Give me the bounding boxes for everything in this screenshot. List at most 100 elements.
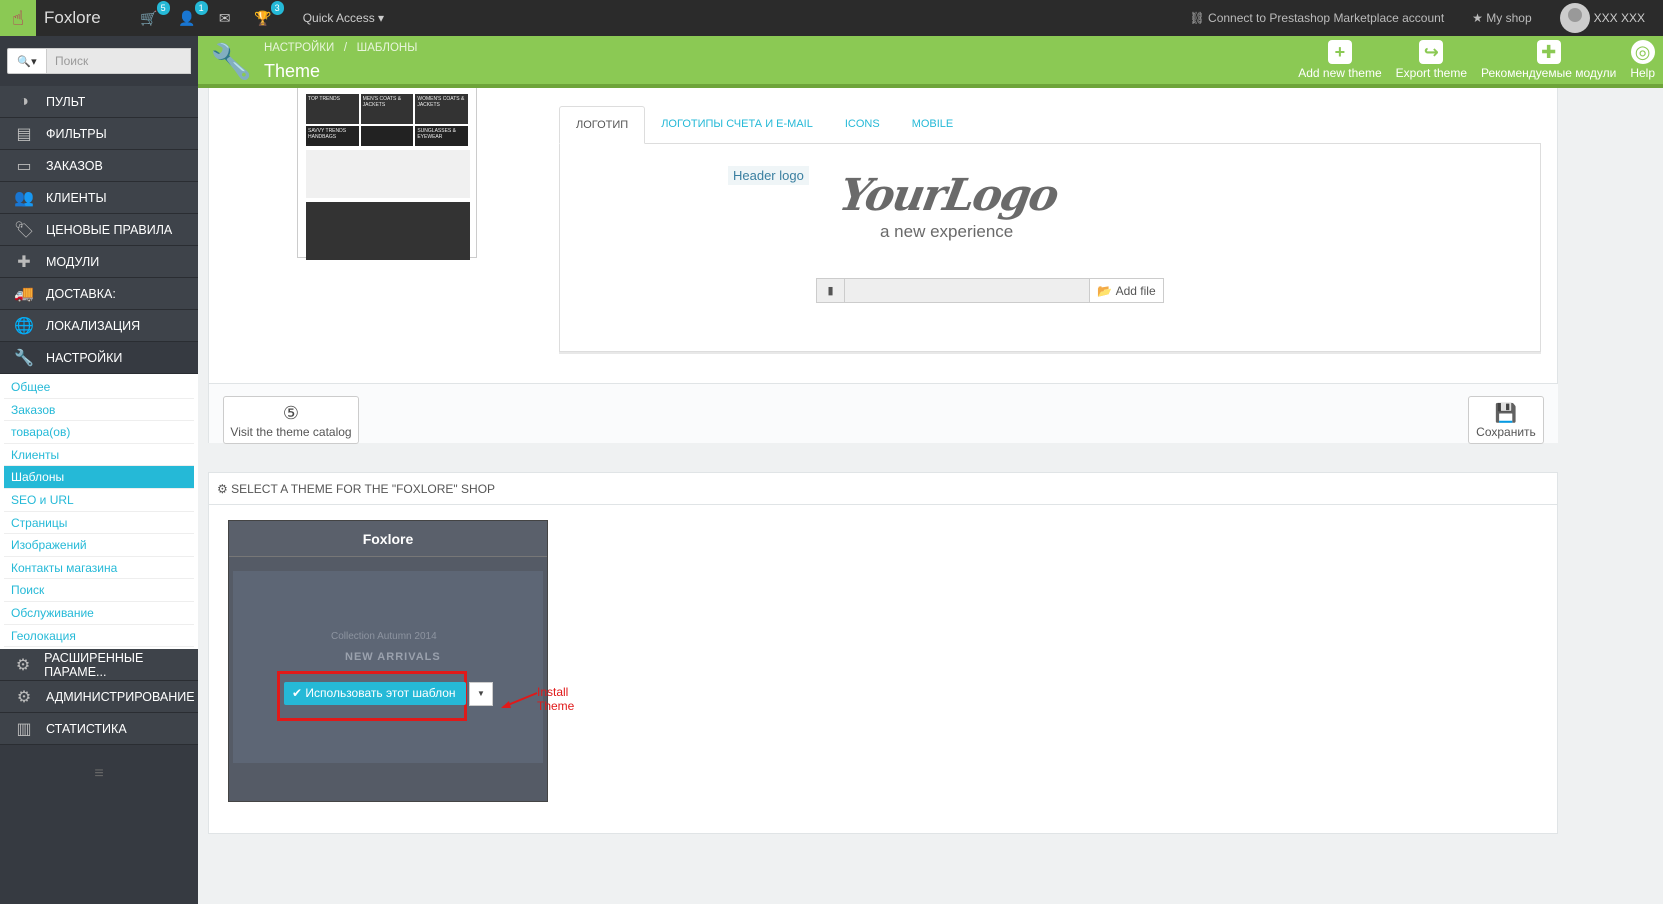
sidebar-item-orders[interactable]: ▭ ЗАКАЗОВ [0,150,198,182]
sidebar-item-dashboard[interactable]: ◑ ПУЛЬТ [0,86,198,118]
theme-collection-text: Collection Autumn 2014 [331,631,437,642]
wrench-icon: 🔧 [14,349,34,367]
tags-icon: 🏷 [13,221,35,239]
submenu-item-general[interactable]: Общее [4,376,194,399]
save-button[interactable]: 💾 Сохранить [1468,396,1544,444]
shop-brand[interactable]: Foxlore [44,8,101,28]
cart-icon[interactable]: 🛒 5 [139,0,171,27]
quick-access-dropdown[interactable]: Quick Access ▾ [303,11,384,25]
file-name-field[interactable] [845,279,1089,302]
puzzle-icon: ✚ [1536,40,1561,64]
user-badge: 1 [193,0,209,16]
logo-file-input[interactable]: ▮ 📂 Add file [816,278,1164,303]
use-theme-button[interactable]: ✔ Использовать этот шаблон [284,682,466,705]
select-theme-panel: ⚙ SELECT A THEME FOR THE "FOXLORE" SHOP … [208,472,1558,834]
recommended-modules-button[interactable]: ✚ Рекомендуемые модули [1481,40,1616,80]
sidebar-item-customers[interactable]: 👥 КЛИЕНТЫ [0,182,198,214]
submenu-item-customers[interactable]: Клиенты [4,444,194,467]
sidebar-item-localization[interactable]: 🌐 ЛОКАЛИЗАЦИЯ [0,310,198,342]
html5-icon: ⑤ [282,403,300,423]
preview-tile: SUNGLASSES & EYEWEAR [415,126,469,146]
breadcrumb: НАСТРОЙКИ / ШАБЛОНЫ [264,42,417,54]
dashboard-icon: ◑ [19,92,29,110]
help-button[interactable]: ◎ Help [1630,40,1655,80]
add-new-theme-button[interactable]: + Add new theme [1298,40,1382,80]
theme-preview-image: TOP TRENDS MEN'S COATS & JACKETS WOMEN'S… [297,88,477,260]
submenu-item-cms[interactable]: Страницы [4,512,194,535]
breadcrumb-separator: / [343,42,348,54]
menu-collapse-icon[interactable]: ≡ [0,765,198,783]
breadcrumb-preferences[interactable]: НАСТРОЙКИ [264,42,334,54]
submenu-item-orders[interactable]: Заказов [4,399,194,422]
submenu-item-store-contacts[interactable]: Контакты магазина [4,557,194,580]
submenu-item-seo-urls[interactable]: SEO и URL [4,489,194,512]
tab-invoice-email-logos[interactable]: ЛОГОТИПЫ СЧЕТА И E-MAIL [645,106,829,143]
link-icon: ⛓ [1189,11,1205,25]
sidebar-item-advanced[interactable]: ⚙ РАСШИРЕННЫЕ ПАРАМЕ... [0,649,198,682]
submenu-item-images[interactable]: Изображений [4,534,194,557]
sidebar-item-preferences[interactable]: 🔧 НАСТРОЙКИ [0,342,198,374]
annotation-arrow [501,692,538,708]
users-icon: 👥 [14,189,34,207]
sidebar-item-filters[interactable]: ▤ ФИЛЬТРЫ [0,118,198,150]
lifebuoy-icon: ◎ [1630,40,1655,64]
theme-new-arrivals-text: NEW ARRIVALS [345,651,441,663]
visit-theme-catalog-button[interactable]: ⑤ Visit the theme catalog [223,396,359,444]
submenu-item-search[interactable]: Поиск [4,579,194,602]
preview-tile: WOMEN'S COATS & JACKETS [415,94,469,124]
submenu-item-products[interactable]: товара(ов) [4,421,194,444]
sidebar-item-label: АДМИНИСТРИРОВАНИЕ [46,689,195,704]
main-content: TOP TRENDS MEN'S COATS & JACKETS WOMEN'S… [198,88,1663,904]
sidebar-item-label: МОДУЛИ [46,254,100,269]
credit-card-icon: ▭ [16,157,32,175]
sidebar-item-label: НАСТРОЙКИ [46,350,123,365]
user-name[interactable]: XXX XXX [1594,11,1645,25]
theme-options-dropdown[interactable]: ▼ [469,682,493,706]
my-shop-label: My shop [1486,11,1532,25]
export-theme-button[interactable]: ↪ Export theme [1396,40,1467,80]
breadcrumb-themes[interactable]: ШАБЛОНЫ [357,42,418,54]
search-input[interactable]: Поиск [47,48,191,74]
floppy-disk-icon: 💾 [1494,403,1518,423]
plus-icon: + [1327,40,1352,64]
logo-text: YourLogo [835,170,1062,221]
sidebar-item-administration[interactable]: ⚙ АДМИНИСТРИРОВАНИЕ [0,681,198,714]
avatar[interactable] [1559,3,1590,33]
sidebar-item-stats[interactable]: ▥ СТАТИСТИКА [0,713,198,746]
tab-logo[interactable]: ЛОГОТИП [559,106,646,144]
logo-tabs: ЛОГОТИП ЛОГОТИПЫ СЧЕТА И E-MAIL ICONS MO… [559,106,1541,352]
add-file-button[interactable]: 📂 Add file [1089,279,1163,302]
theme-thumbnail: Collection Autumn 2014 NEW ARRIVALS [233,571,543,763]
hand-pointer-icon[interactable]: ☝ [0,0,36,36]
sidebar: 🔍▾ Поиск ◑ ПУЛЬТ ▤ ФИЛЬТРЫ ▭ ЗАКАЗОВ 👥 КЛИЕН… [0,36,198,904]
my-shop-link[interactable]: ★ My shop [1472,11,1531,25]
help-label: Help [1630,66,1655,80]
submenu-item-themes[interactable]: Шаблоны [4,466,194,489]
submenu-item-maintenance[interactable]: Обслуживание [4,602,194,625]
check-icon: ✔ [292,686,303,700]
sidebar-item-shipping[interactable]: 🚚 ДОСТАВКА: [0,278,198,310]
preview-info-block [306,150,470,198]
tab-mobile[interactable]: MOBILE [896,106,970,143]
tab-icons[interactable]: ICONS [829,106,896,143]
sidebar-item-label: ЦЕНОВЫЕ ПРАВИЛА [46,222,173,237]
preview-tile [360,126,414,146]
sidebar-item-price-rules[interactable]: 🏷 ЦЕНОВЫЕ ПРАВИЛА [0,214,198,246]
sidebar-item-modules[interactable]: ✚ МОДУЛИ [0,246,198,278]
add-file-label: Add file [1115,283,1156,298]
connect-label: Connect to Prestashop Marketplace accoun… [1208,11,1445,25]
truck-icon: 🚚 [14,285,34,303]
share-icon: ↪ [1419,40,1444,64]
submenu-item-geolocation[interactable]: Геолокация [4,625,194,648]
search-icon[interactable]: 🔍▾ [7,48,47,74]
trophy-icon[interactable]: 🏆 3 [253,0,285,27]
connect-marketplace-link[interactable]: ⛓ Connect to Prestashop Marketplace acco… [1189,11,1444,25]
globe-icon: 🌐 [14,317,34,335]
panel-heading: ⚙ SELECT A THEME FOR THE "FOXLORE" SHOP [209,473,1557,505]
panel-heading-label: SELECT A THEME FOR THE "FOXLORE" SHOP [231,482,496,496]
user-icon[interactable]: 👤 1 [177,0,209,27]
envelope-icon[interactable]: ✉ [215,10,235,27]
header-logo-label: Header logo [728,166,809,185]
trophy-badge: 3 [269,0,285,16]
folder-open-icon: 📂 [1097,283,1113,298]
